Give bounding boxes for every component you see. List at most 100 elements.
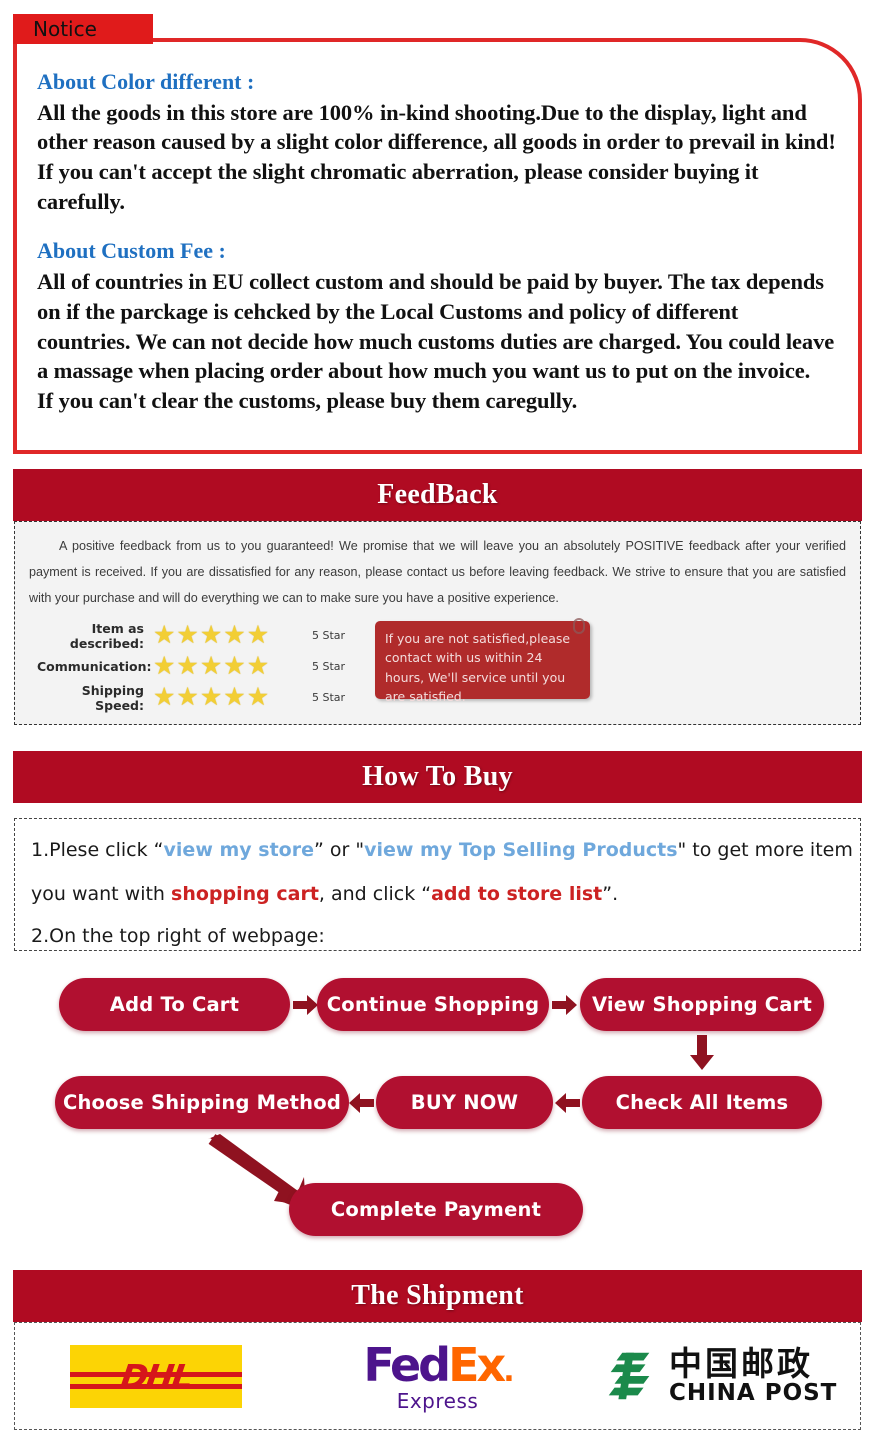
flow-step-label: View Shopping Cart: [591, 993, 813, 1016]
star-rating-icons: ★ ★ ★ ★ ★: [153, 623, 301, 648]
star-icon: ★: [153, 683, 176, 711]
promo-page: Notice About Color different : All the g…: [0, 0, 875, 1445]
flow-step-label: Choose Shipping Method: [62, 1091, 342, 1114]
fedex-logo-icon: FedEx. Express: [363, 1342, 515, 1413]
star-rating-icons: ★ ★ ★ ★ ★: [153, 685, 301, 710]
step1-text-a: 1.Plese click “: [31, 839, 164, 861]
how-to-buy-step-1: 1.Plese click “view my store” or "view m…: [15, 819, 860, 861]
star-icon: ★: [199, 683, 223, 711]
satisfaction-callout-text: If you are not satisfied,please contact …: [385, 631, 571, 705]
rating-label: Shipping Speed:: [81, 682, 144, 713]
notice-spacer: [37, 217, 836, 237]
flow-step-view-shopping-cart[interactable]: View Shopping Cart: [580, 978, 824, 1031]
arrow-left-icon-2: [349, 1093, 374, 1113]
carrier-dhl: DHL: [15, 1323, 297, 1429]
rating-label: Communication:: [37, 659, 152, 674]
view-top-selling-products-link[interactable]: view my Top Selling Products: [364, 839, 677, 861]
rating-count: 5 Star: [312, 629, 346, 642]
feedback-banner: FeedBack: [13, 469, 862, 521]
rating-row: Shipping Speed: ★ ★ ★ ★ ★ 5 Star: [37, 682, 397, 713]
carrier-fedex: FedEx. Express: [297, 1323, 579, 1429]
notice-section: Notice About Color different : All the g…: [13, 14, 862, 454]
rating-label: Item as described:: [69, 620, 144, 651]
dhl-logo-text: DHL: [118, 1356, 194, 1396]
rating-row: Item as described: ★ ★ ★ ★ ★ 5 Star: [37, 620, 397, 651]
notice-tab: Notice: [13, 14, 153, 44]
china-post-logo-icon: 中国邮政 CHINA POST: [601, 1343, 838, 1407]
step2-text-c: ”.: [602, 883, 619, 905]
flow-step-label: Complete Payment: [330, 1198, 542, 1221]
arrow-left-icon-1: [555, 1093, 580, 1113]
ratings-list: Item as described: ★ ★ ★ ★ ★ 5 Star Comm…: [37, 620, 397, 713]
add-to-store-list-highlight: add to store list: [431, 883, 603, 905]
shipment-carriers: DHL FedEx. Express 中国邮政 CHINA POST: [14, 1322, 861, 1430]
shipment-banner: The Shipment: [13, 1270, 862, 1322]
step1-text-b: ” or ": [313, 839, 365, 861]
arrow-right-icon-2: [552, 995, 577, 1015]
star-icon: ★: [246, 683, 270, 711]
china-post-chinese-text: 中国邮政: [668, 1343, 813, 1383]
flow-step-label: BUY NOW: [410, 1091, 519, 1114]
satisfaction-callout: If you are not satisfied,please contact …: [375, 618, 590, 704]
flow-step-check-all-items[interactable]: Check All Items: [582, 1076, 822, 1129]
shopping-cart-highlight: shopping cart: [171, 883, 319, 905]
arrow-right-icon-1: [293, 995, 318, 1015]
step1-text-c: " to get more item: [677, 839, 853, 861]
flow-step-label: Check All Items: [615, 1091, 789, 1114]
purchase-flow-diagram: Add To Cart Continue Shopping View Shopp…: [0, 963, 875, 1253]
fedex-logo-wordmark: FedEx.: [363, 1342, 515, 1389]
rating-count: 5 Star: [312, 660, 346, 673]
notice-box: About Color different : All the goods in…: [13, 38, 862, 454]
about-color-body: All the goods in this store are 100% in-…: [37, 99, 836, 215]
star-icon: ★: [176, 683, 199, 711]
flow-step-label: Continue Shopping: [326, 993, 540, 1016]
star-icon: ★: [153, 652, 176, 680]
about-custom-fee-heading: About Custom Fee :: [37, 238, 226, 264]
how-to-buy-banner: How To Buy: [13, 751, 862, 803]
flow-step-complete-payment[interactable]: Complete Payment: [289, 1183, 583, 1236]
carrier-china-post: 中国邮政 CHINA POST: [578, 1323, 860, 1429]
fedex-fed-text: Fed: [363, 1337, 451, 1392]
feedback-box: A positive feedback from us to you guara…: [14, 521, 861, 725]
star-icon: ★: [246, 652, 270, 680]
star-icon: ★: [223, 621, 246, 649]
rating-count: 5 Star: [312, 691, 346, 704]
arrow-down-icon: [690, 1035, 714, 1070]
rating-row: Communication: ★ ★ ★ ★ ★ 5 Star: [37, 651, 397, 682]
china-post-english-text: CHINA POST: [668, 1380, 838, 1407]
notice-tab-label: Notice: [33, 17, 97, 41]
about-color-heading: About Color different :: [37, 69, 255, 94]
star-icon: ★: [199, 621, 223, 649]
paperclip-icon: [573, 618, 585, 634]
china-post-emblem-icon: [608, 1352, 650, 1400]
star-icon: ★: [246, 621, 270, 649]
star-icon: ★: [153, 621, 176, 649]
star-icon: ★: [176, 621, 199, 649]
about-custom-fee-body-2: If you can't clear the customs, please b…: [37, 388, 578, 414]
star-icon: ★: [176, 652, 199, 680]
flow-step-add-to-cart[interactable]: Add To Cart: [59, 978, 290, 1031]
feedback-banner-title: FeedBack: [377, 479, 498, 510]
flow-step-choose-shipping-method[interactable]: Choose Shipping Method: [55, 1076, 349, 1129]
view-my-store-link[interactable]: view my store: [164, 839, 314, 861]
star-icon: ★: [223, 683, 246, 711]
star-icon: ★: [199, 652, 223, 680]
how-to-buy-step-1-cont: you want with shopping cart, and click “…: [15, 861, 860, 905]
fedex-ex-text: Ex: [448, 1337, 506, 1392]
shipment-banner-title: The Shipment: [351, 1280, 524, 1311]
fedex-express-text: Express: [396, 1388, 479, 1413]
flow-step-continue-shopping[interactable]: Continue Shopping: [317, 978, 549, 1031]
flow-step-buy-now[interactable]: BUY NOW: [376, 1076, 553, 1129]
how-to-buy-banner-title: How To Buy: [362, 761, 513, 792]
dhl-logo-icon: DHL: [69, 1344, 242, 1408]
star-rating-icons: ★ ★ ★ ★ ★: [153, 654, 301, 679]
feedback-paragraph: A positive feedback from us to you guara…: [29, 539, 846, 605]
how-to-buy-step-2: 2.On the top right of webpage:: [31, 925, 325, 947]
step2-text-b: , and click “: [318, 883, 432, 905]
china-post-text: 中国邮政 CHINA POST: [668, 1343, 838, 1407]
how-to-buy-box: 1.Plese click “view my store” or "view m…: [14, 818, 861, 951]
fedex-dot: .: [503, 1353, 515, 1389]
about-custom-fee-body: All of countries in EU collect custom an…: [37, 268, 835, 384]
star-icon: ★: [223, 652, 246, 680]
step2-text-a: you want with: [31, 883, 172, 905]
